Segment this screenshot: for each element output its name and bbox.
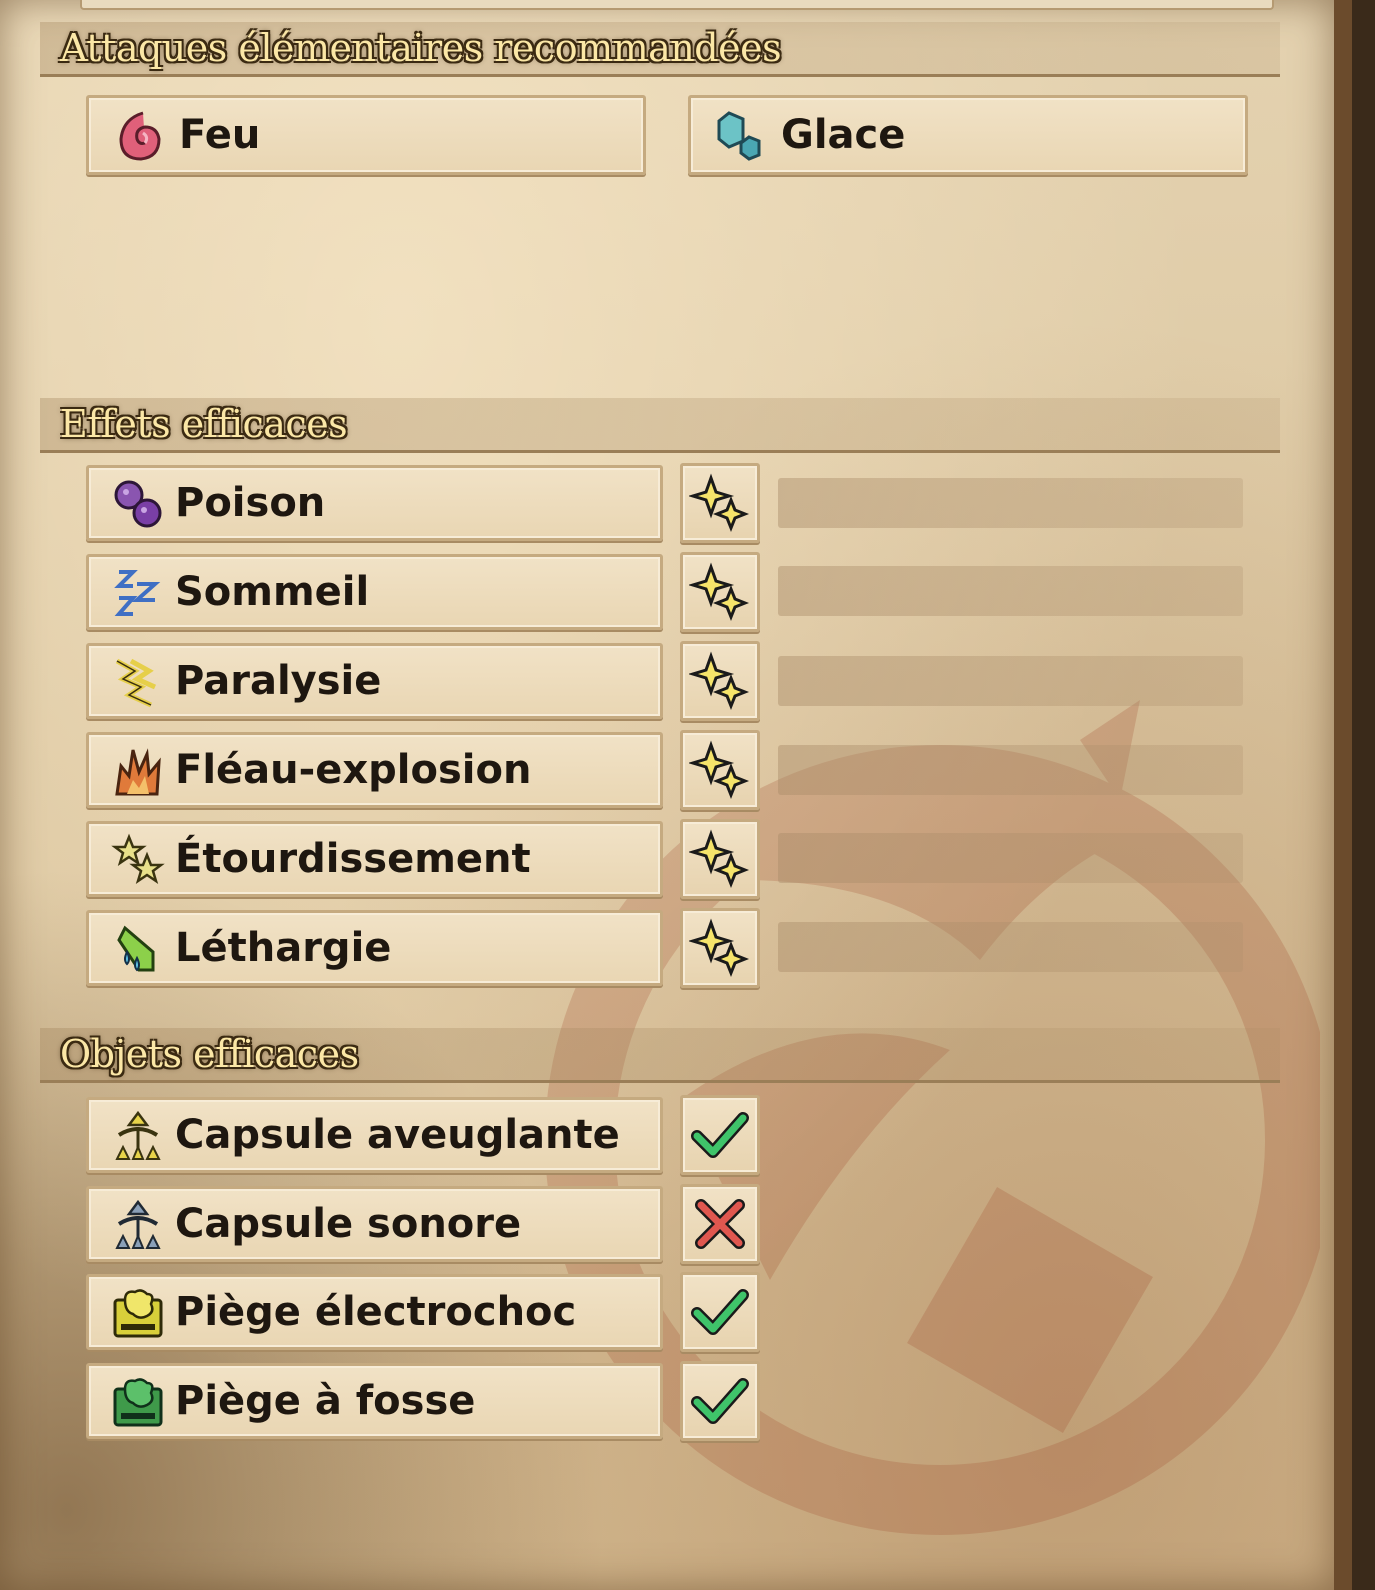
effect-bar-bg xyxy=(778,566,1243,616)
element-ice: Glace xyxy=(688,95,1248,175)
sparkle-icon xyxy=(689,473,750,533)
effect-label: Fléau-explosion xyxy=(175,747,532,793)
check-icon xyxy=(691,1289,749,1335)
item-row-shock-trap: Piège électrochoc xyxy=(86,1274,663,1350)
item-label: Capsule aveuglante xyxy=(175,1112,620,1158)
effect-bar-bg xyxy=(778,745,1243,795)
effect-label: Paralysie xyxy=(175,658,382,704)
effect-row-paralysis: Paralysie xyxy=(86,643,663,719)
effect-rating-exhaust xyxy=(680,908,760,988)
section-items-header: Objets efficaces xyxy=(40,1028,1280,1083)
top-edge-strip xyxy=(80,0,1274,10)
item-status-shock-trap xyxy=(680,1272,760,1352)
element-label: Glace xyxy=(781,112,906,158)
item-status-sonic-pod xyxy=(680,1184,760,1264)
sonic-pod-icon xyxy=(115,1199,161,1249)
pitfall-trap-icon xyxy=(113,1378,163,1427)
shock-trap-icon xyxy=(113,1289,163,1338)
effect-bar-bg xyxy=(778,656,1243,706)
element-label: Feu xyxy=(179,112,261,158)
effect-bar-bg xyxy=(778,922,1243,972)
stun-icon xyxy=(111,833,165,884)
sleep-icon xyxy=(114,570,161,616)
sparkle-icon xyxy=(689,562,750,622)
effect-label: Poison xyxy=(175,480,326,526)
effect-rating-paralysis xyxy=(680,641,760,721)
exhaust-icon xyxy=(117,925,155,972)
effect-row-sleep: Sommeil xyxy=(86,554,663,630)
parchment-panel: Attaques élémentaires recommandées Feu G… xyxy=(0,0,1352,1590)
item-status-pitfall-trap xyxy=(680,1361,760,1441)
section-elemental-header: Attaques élémentaires recommandées xyxy=(40,22,1280,77)
ice-icon xyxy=(717,111,761,161)
section-effects-header: Effets efficaces xyxy=(40,398,1280,453)
item-row-flash-pod: Capsule aveuglante xyxy=(86,1097,663,1173)
effect-row-exhaust: Léthargie xyxy=(86,910,663,986)
effect-row-blast: Fléau-explosion xyxy=(86,732,663,808)
section-title: Objets efficaces xyxy=(60,1032,359,1076)
cross-icon xyxy=(695,1199,745,1249)
poison-icon xyxy=(114,480,162,528)
sparkle-icon xyxy=(689,651,750,711)
effect-rating-poison xyxy=(680,463,760,543)
section-title: Effets efficaces xyxy=(60,402,348,446)
check-icon xyxy=(691,1378,749,1424)
sparkle-icon xyxy=(689,829,750,889)
section-title: Attaques élémentaires recommandées xyxy=(60,26,782,70)
element-fire: Feu xyxy=(86,95,646,175)
item-status-flash-pod xyxy=(680,1095,760,1175)
paralysis-icon xyxy=(115,658,157,708)
effect-row-stun: Étourdissement xyxy=(86,821,663,897)
sparkle-icon xyxy=(689,740,750,800)
effect-bar-bg xyxy=(778,478,1243,528)
effect-bar-bg xyxy=(778,833,1243,883)
effect-label: Sommeil xyxy=(175,569,370,615)
effect-rating-sleep xyxy=(680,552,760,632)
fire-icon xyxy=(119,111,161,161)
check-icon xyxy=(691,1112,749,1158)
sparkle-icon xyxy=(689,918,750,978)
effect-rating-blast xyxy=(680,730,760,810)
item-row-sonic-pod: Capsule sonore xyxy=(86,1186,663,1262)
effect-label: Léthargie xyxy=(175,925,392,971)
effect-rating-stun xyxy=(680,819,760,899)
blast-icon xyxy=(115,748,161,796)
effect-label: Étourdissement xyxy=(175,836,531,882)
item-label: Piège électrochoc xyxy=(175,1289,577,1335)
flash-pod-icon xyxy=(115,1110,161,1160)
effect-row-poison: Poison xyxy=(86,465,663,541)
item-label: Capsule sonore xyxy=(175,1201,522,1247)
item-row-pitfall-trap: Piège à fosse xyxy=(86,1363,663,1439)
item-label: Piège à fosse xyxy=(175,1378,476,1424)
